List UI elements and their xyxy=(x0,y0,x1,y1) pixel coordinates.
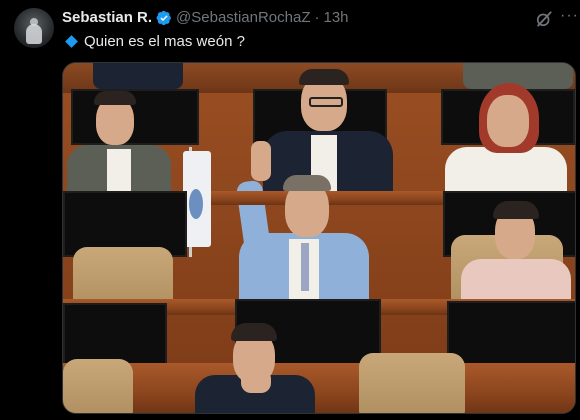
tweet-timestamp[interactable]: 13h xyxy=(324,9,349,26)
tweet-header: Sebastian R. @SebastianRochaZ · 13h xyxy=(62,9,349,26)
person-hair xyxy=(231,323,277,341)
grok-icon[interactable] xyxy=(534,9,554,29)
person-shirt xyxy=(107,149,131,191)
person-hair xyxy=(493,201,539,219)
tweet-text: Quien es el mas weón ? xyxy=(62,33,245,50)
author-avatar[interactable] xyxy=(14,8,54,48)
person-face xyxy=(487,95,529,147)
person-glasses xyxy=(309,97,343,107)
person-hair xyxy=(94,91,136,105)
person-blouse xyxy=(445,147,567,193)
raised-hand xyxy=(251,141,271,181)
header-separator: · xyxy=(314,9,320,26)
person-hair xyxy=(299,69,349,85)
tweet-photo[interactable] xyxy=(62,62,576,414)
person-blouse xyxy=(461,259,571,303)
monitor xyxy=(447,301,575,369)
more-options-icon[interactable]: ··· xyxy=(560,8,579,24)
blue-diamond-emoji-icon xyxy=(65,35,78,48)
chair xyxy=(63,359,133,413)
flag-emblem xyxy=(189,189,203,219)
author-name[interactable]: Sebastian R. xyxy=(62,9,152,26)
avatar-figure-body xyxy=(26,24,42,44)
person-tie xyxy=(301,243,309,291)
chair xyxy=(359,353,465,413)
person-hair xyxy=(283,175,331,191)
tweet-text-body: Quien es el mas weón ? xyxy=(84,33,245,50)
person-hand xyxy=(241,369,271,393)
back-row-person xyxy=(93,63,183,89)
author-handle[interactable]: @SebastianRochaZ xyxy=(176,9,310,26)
desk-row-3 xyxy=(63,363,575,413)
verified-badge-icon xyxy=(156,10,171,25)
